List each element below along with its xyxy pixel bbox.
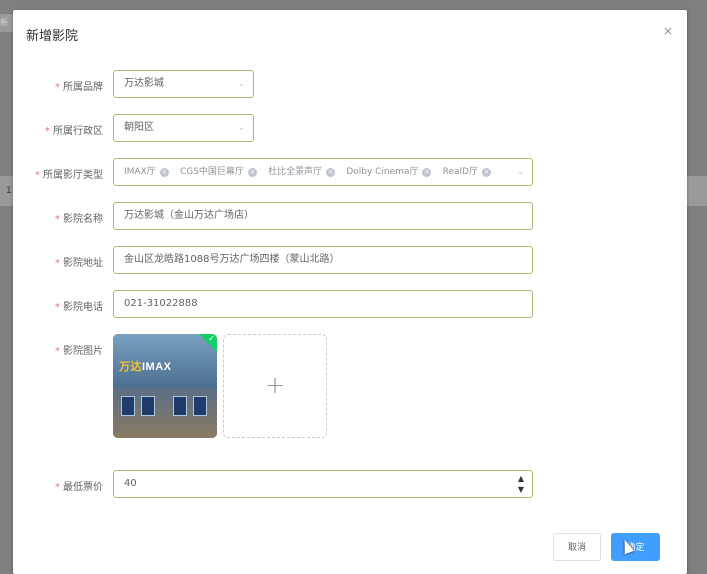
tag-dolby-cinema: Dolby Cinema厅 ×	[346, 167, 432, 177]
min-price-value: 40	[124, 478, 137, 489]
background-tab: 新增	[0, 14, 14, 32]
dialog-title: 新增影院	[26, 29, 79, 44]
uploaded-image-thumbnail[interactable]: 万达IMAX ✓	[113, 334, 217, 438]
tag-close-icon[interactable]: ×	[422, 167, 432, 177]
thumbnail-brand-text: 万达IMAX	[119, 361, 172, 373]
district-select[interactable]: 朝阳区 ⌄	[113, 114, 254, 142]
tag-close-icon[interactable]: ×	[482, 167, 491, 177]
cinema-phone-label: * 影院电话	[55, 302, 103, 313]
min-price-input[interactable]: 40 ▲ ▼	[113, 470, 533, 498]
tag-close-icon[interactable]: ×	[247, 167, 257, 177]
thumbnail-kiosk	[173, 396, 187, 416]
brand-value: 万达影城	[124, 78, 164, 89]
tag-close-icon[interactable]: ×	[159, 167, 169, 177]
thumbnail-kiosk	[193, 396, 207, 416]
upload-add-button[interactable]: +	[223, 334, 327, 438]
close-icon[interactable]: ×	[663, 24, 673, 38]
decrement-icon[interactable]: ▼	[518, 484, 524, 495]
district-label: * 所属行政区	[45, 126, 103, 137]
add-cinema-dialog: 新增影院 × * 所属品牌 万达影城 ⌄ * 所属行政区 朝阳区 ⌄ * 所属影厅类型…	[13, 10, 687, 574]
cinema-phone-input[interactable]: 021-31022888	[113, 290, 533, 318]
thumbnail-kiosk	[141, 396, 155, 416]
increment-icon[interactable]: ▲	[518, 473, 524, 484]
chevron-down-icon: ⌄	[516, 167, 524, 177]
form-row-images: * 影院图片 万达IMAX ✓ +	[13, 334, 687, 438]
cinema-images-label: * 影院图片	[55, 346, 103, 357]
thumbnail-kiosk	[121, 396, 135, 416]
tag-dolby-atmos: 杜比全景声厅 ×	[268, 167, 336, 177]
district-value: 朝阳区	[124, 122, 154, 133]
tag-imax: IMAX厅 ×	[124, 167, 169, 177]
cinema-name-input[interactable]: 万达影城（金山万达广场店）	[113, 202, 533, 230]
hall-types-label: * 所属影厅类型	[35, 170, 103, 181]
brand-label: * 所属品牌	[55, 82, 103, 93]
tag-close-icon[interactable]: ×	[326, 167, 336, 177]
confirm-button[interactable]: 确定	[611, 533, 660, 561]
cinema-address-label: * 影院地址	[55, 258, 103, 269]
plus-icon: +	[264, 371, 286, 399]
hall-types-select[interactable]: IMAX厅 × CGS中国巨幕厅 × 杜比全景声厅 × Dolby Cinema厅 × …	[113, 158, 533, 186]
chevron-down-icon: ⌄	[237, 79, 245, 89]
brand-select[interactable]: 万达影城 ⌄	[113, 70, 254, 98]
check-icon: ✓	[208, 334, 215, 343]
cancel-button[interactable]: 取消	[553, 533, 601, 561]
cinema-address-input[interactable]: 金山区龙皓路1088号万达广场四楼（蒙山北路）	[113, 246, 533, 274]
cinema-name-label: * 影院名称	[55, 214, 103, 225]
chevron-down-icon: ⌄	[237, 123, 245, 133]
number-stepper[interactable]: ▲ ▼	[518, 473, 524, 495]
tag-reald: RealD厅 ×	[442, 167, 491, 177]
background-row-right	[687, 176, 707, 206]
min-price-label: * 最低票价	[55, 482, 103, 493]
tag-cgs: CGS中国巨幕厅 ×	[179, 167, 257, 177]
